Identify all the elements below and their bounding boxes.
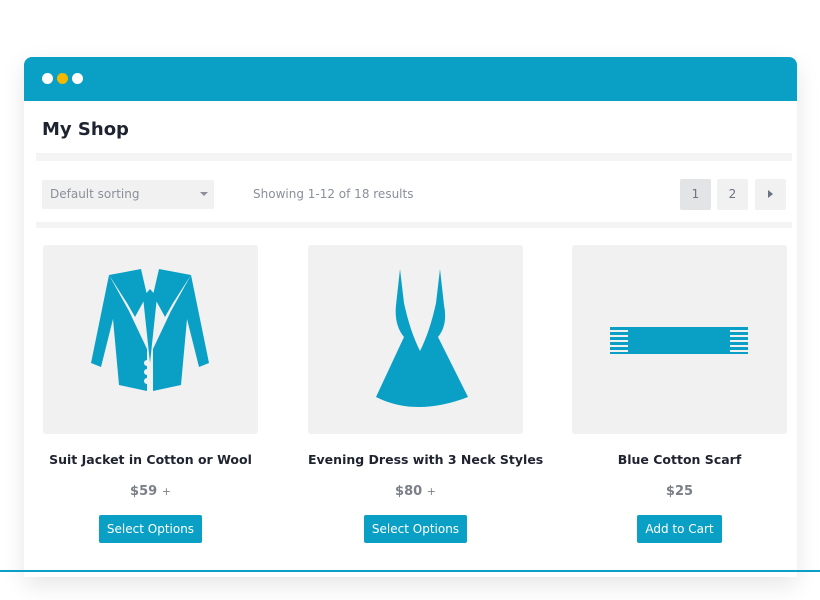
divider-top xyxy=(36,153,792,161)
window-dot-minimize[interactable] xyxy=(57,73,68,84)
page-title: My Shop xyxy=(42,119,129,140)
product-price: $25 xyxy=(572,484,787,499)
pagination-page-2[interactable]: 2 xyxy=(717,179,748,210)
jacket-icon xyxy=(91,269,209,391)
product-image[interactable] xyxy=(572,245,787,434)
product-image[interactable] xyxy=(308,245,523,434)
product-name[interactable]: Blue Cotton Scarf xyxy=(572,452,787,467)
product-price: $59 + xyxy=(43,484,258,499)
pagination-page-1[interactable]: 1 xyxy=(680,179,711,210)
chevron-right-icon xyxy=(768,190,773,198)
select-options-button[interactable]: Select Options xyxy=(98,515,203,543)
product-name[interactable]: Suit Jacket in Cotton or Wool xyxy=(43,452,258,467)
browser-window: My Shop Default sorting Showing 1-12 of … xyxy=(24,57,797,577)
select-options-button[interactable]: Select Options xyxy=(363,515,468,543)
window-dot-maximize[interactable] xyxy=(72,73,83,84)
caret-down-icon xyxy=(200,192,208,196)
product-price: $80 + xyxy=(308,484,523,499)
product-card: Evening Dress with 3 Neck Styles $80 + S… xyxy=(308,245,543,543)
bottom-divider-line xyxy=(0,570,820,572)
product-name[interactable]: Evening Dress with 3 Neck Styles xyxy=(308,452,543,467)
sorting-select[interactable]: Default sorting xyxy=(42,180,214,209)
sorting-select-value: Default sorting xyxy=(50,187,140,201)
price-suffix: + xyxy=(161,485,171,498)
price-value: $80 xyxy=(395,484,423,499)
product-card: Suit Jacket in Cotton or Wool $59 + Sele… xyxy=(43,245,258,543)
price-value: $59 xyxy=(130,484,158,499)
dress-icon xyxy=(376,269,468,407)
divider-bottom xyxy=(36,222,792,228)
product-image[interactable] xyxy=(43,245,258,434)
product-card: Blue Cotton Scarf $25 Add to Cart xyxy=(572,245,787,543)
price-value: $25 xyxy=(665,484,694,499)
scarf-icon xyxy=(610,327,748,354)
window-titlebar xyxy=(24,57,797,101)
add-to-cart-button[interactable]: Add to Cart xyxy=(637,515,722,543)
result-count: Showing 1-12 of 18 results xyxy=(253,187,414,201)
pagination-next[interactable] xyxy=(755,179,786,210)
price-suffix: + xyxy=(426,485,436,498)
window-dot-close[interactable] xyxy=(42,73,53,84)
